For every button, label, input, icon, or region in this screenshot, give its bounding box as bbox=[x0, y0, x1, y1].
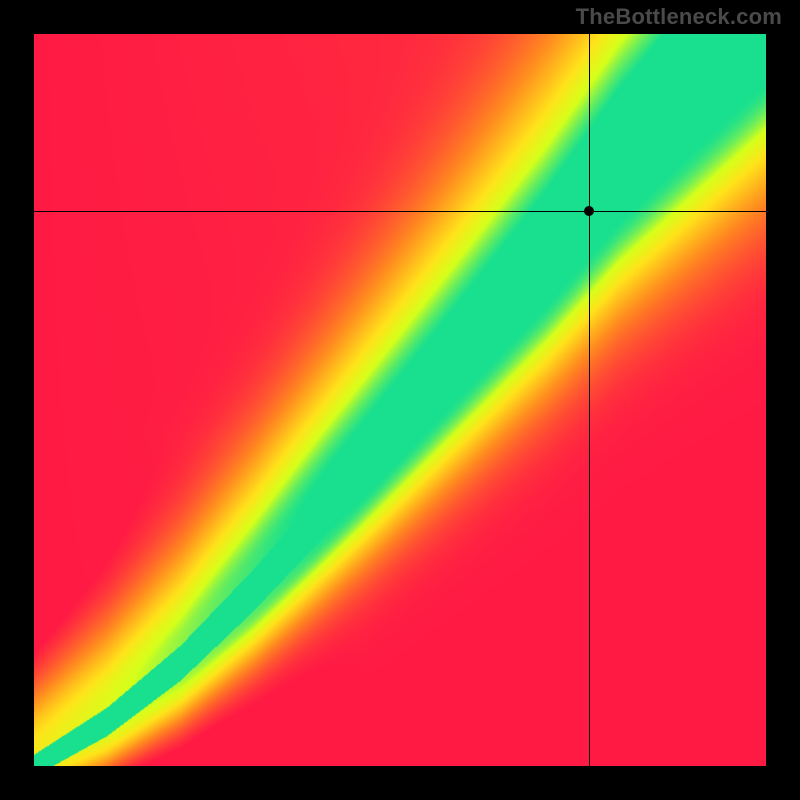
heatmap-plot bbox=[34, 34, 766, 766]
chart-frame: TheBottleneck.com bbox=[0, 0, 800, 800]
attribution-watermark: TheBottleneck.com bbox=[576, 4, 782, 30]
heatmap-canvas bbox=[34, 34, 766, 766]
